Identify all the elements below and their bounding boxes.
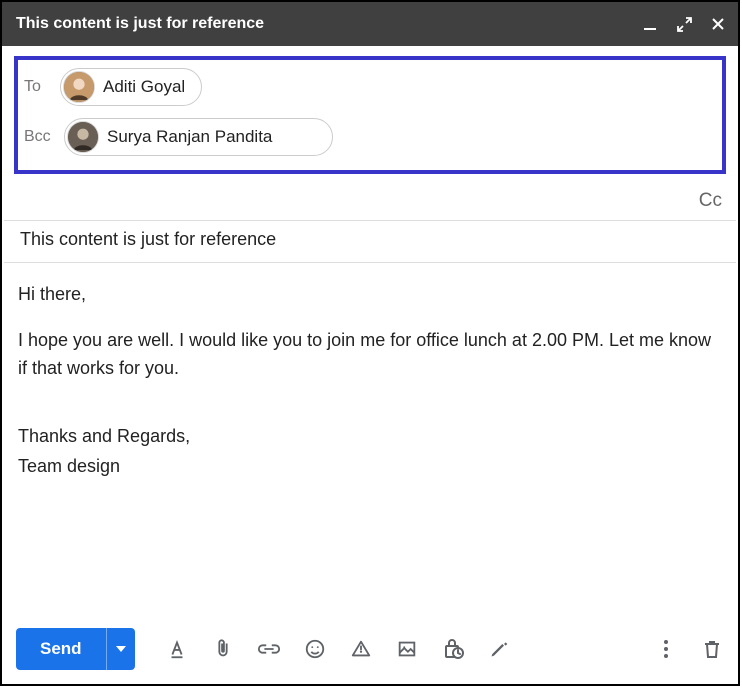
discard-icon[interactable] — [700, 637, 724, 661]
body-greeting: Hi there, — [18, 281, 722, 309]
subject-row[interactable]: This content is just for reference — [4, 220, 736, 263]
emoji-icon[interactable] — [303, 637, 327, 661]
compose-window: This content is just for reference To — [0, 0, 740, 686]
attach-icon[interactable] — [211, 637, 235, 661]
compose-header: This content is just for reference — [2, 2, 738, 46]
recipients-highlight-box: To Aditi Goyal Bcc Surya Ranjan Pandita — [14, 56, 726, 174]
body-paragraph: I hope you are well. I would like you to… — [18, 327, 722, 383]
send-button[interactable]: Send — [16, 628, 106, 670]
window-controls — [642, 16, 726, 32]
avatar-icon — [67, 121, 99, 153]
compose-title: This content is just for reference — [16, 15, 642, 33]
drive-icon[interactable] — [349, 637, 373, 661]
to-row[interactable]: To Aditi Goyal — [24, 68, 714, 106]
close-icon[interactable] — [710, 16, 726, 32]
minimize-icon[interactable] — [642, 16, 658, 32]
to-label: To — [24, 78, 60, 96]
bcc-chip[interactable]: Surya Ranjan Pandita — [64, 118, 333, 156]
send-dropdown-button[interactable] — [106, 628, 135, 670]
pen-icon[interactable] — [487, 637, 511, 661]
insert-image-icon[interactable] — [395, 637, 419, 661]
subject-text: This content is just for reference — [20, 229, 276, 249]
compose-footer: Send — [2, 618, 738, 684]
to-chip-name: Aditi Goyal — [103, 77, 185, 97]
bcc-row[interactable]: Bcc Surya Ranjan Pandita — [24, 118, 714, 156]
cc-link[interactable]: Cc — [699, 190, 722, 212]
body-signature-line2: Team design — [18, 453, 722, 481]
link-icon[interactable] — [257, 637, 281, 661]
body-signature-line1: Thanks and Regards, — [18, 423, 722, 451]
bcc-chip-name: Surya Ranjan Pandita — [107, 127, 272, 147]
expand-icon[interactable] — [676, 16, 692, 32]
more-options-icon[interactable] — [654, 637, 678, 661]
bcc-label: Bcc — [24, 128, 64, 146]
avatar-icon — [63, 71, 95, 103]
formatting-icon[interactable] — [165, 637, 189, 661]
confidential-mode-icon[interactable] — [441, 637, 465, 661]
to-chip[interactable]: Aditi Goyal — [60, 68, 202, 106]
cc-toggle-row: Cc — [2, 178, 738, 220]
email-body[interactable]: Hi there, I hope you are well. I would l… — [2, 263, 738, 618]
send-button-group: Send — [16, 628, 135, 670]
